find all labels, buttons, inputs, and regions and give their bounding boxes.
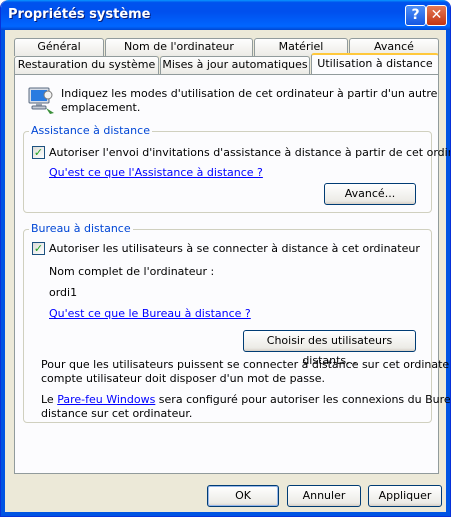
computer-name-label: Nom complet de l'ordinateur : xyxy=(49,265,215,278)
remote-desktop-checkbox-label[interactable]: Autoriser les utilisateurs à se connecte… xyxy=(49,242,420,255)
advanced-button[interactable]: Avancé... xyxy=(324,183,416,205)
tab-computer-name[interactable]: Nom de l'ordinateur xyxy=(105,38,253,56)
window-title: Propriétés système xyxy=(8,7,151,22)
tab-panel-remote: Indiquez les modes d'utilisation de cet … xyxy=(14,74,450,474)
remote-desktop-legend: Bureau à distance xyxy=(29,222,133,235)
tab-remote[interactable]: Utilisation à distance xyxy=(311,53,439,74)
ok-button[interactable]: OK xyxy=(207,485,279,507)
window-border-right xyxy=(446,30,450,516)
windows-firewall-link[interactable]: Pare-feu Windows xyxy=(57,393,155,406)
remote-assistance-help-link[interactable]: Qu'est ce que l'Assistance à distance ? xyxy=(49,166,263,179)
remote-desktop-checkbox[interactable]: ✓ xyxy=(32,242,45,255)
window-border-bottom xyxy=(1,512,450,516)
window-border-left xyxy=(1,30,5,516)
title-bar[interactable]: Propriétés système ? ✕ xyxy=(1,0,450,30)
intro-line-1: Indiquez les modes d'utilisation de cet … xyxy=(61,87,438,100)
intro-line-2: emplacement. xyxy=(61,101,141,114)
tab-automatic-updates[interactable]: Mises à jour automatiques xyxy=(160,56,310,74)
select-remote-users-button[interactable]: Choisir des utilisateurs distants... xyxy=(243,330,416,367)
firewall-prefix: Le xyxy=(41,393,58,406)
remote-assistance-legend: Assistance à distance xyxy=(29,124,152,137)
remote-assistance-checkbox[interactable]: ✓ xyxy=(32,146,45,159)
firewall-note-line-1: Le Pare-feu Windows sera configuré pour … xyxy=(41,393,451,406)
apply-button[interactable]: Appliquer xyxy=(368,485,442,507)
password-note-line-1: Pour que les utilisateurs puissent se co… xyxy=(41,358,451,371)
computer-name-value: ordi1 xyxy=(49,286,78,299)
tab-general[interactable]: Général xyxy=(14,38,104,56)
remote-desktop-help-link[interactable]: Qu'est ce que le Bureau à distance ? xyxy=(49,307,251,320)
system-properties-window: Propriétés système ? ✕ Général Nom de l'… xyxy=(0,0,451,517)
remote-computer-icon xyxy=(28,87,54,114)
cancel-button[interactable]: Annuler xyxy=(287,485,361,507)
remote-assistance-checkbox-label[interactable]: Autoriser l'envoi d'invitations d'assist… xyxy=(49,146,450,159)
tab-system-restore[interactable]: Restauration du système xyxy=(14,56,159,74)
help-button[interactable]: ? xyxy=(405,5,426,26)
firewall-suffix: sera configuré pour autoriser les connex… xyxy=(155,393,451,406)
password-note-line-2: compte utilisateur doit disposer d'un mo… xyxy=(41,372,326,385)
firewall-note-line-2: distance sur cet ordinateur. xyxy=(41,407,193,420)
close-button[interactable]: ✕ xyxy=(426,5,447,26)
